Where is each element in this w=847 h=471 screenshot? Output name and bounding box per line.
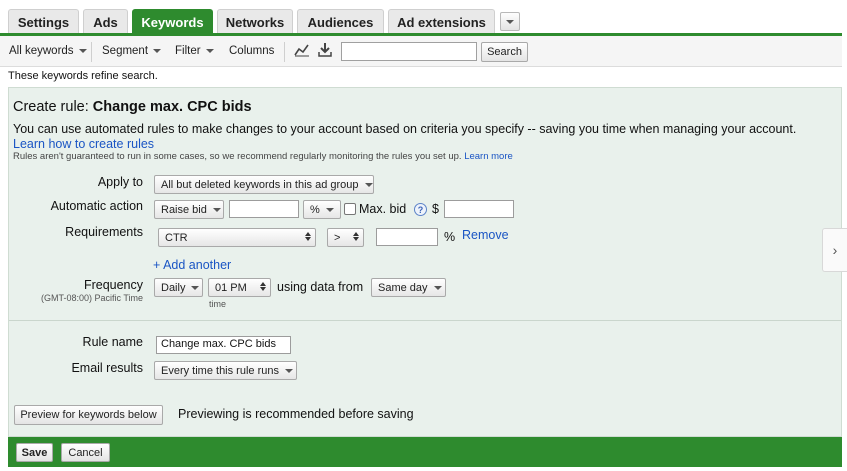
tab-audiences[interactable]: Audiences <box>297 9 384 34</box>
tab-networks[interactable]: Networks <box>217 9 293 34</box>
rule-note: Rules aren't guaranteed to run in some c… <box>13 151 513 162</box>
chevron-down-icon <box>433 285 442 290</box>
spinner-icon <box>305 232 311 241</box>
using-data-from-label: using data from <box>277 280 364 294</box>
more-tabs-dropdown[interactable] <box>500 12 520 31</box>
email-results-label: Email results <box>71 361 143 375</box>
preview-button[interactable]: Preview for keywords below <box>14 405 163 425</box>
learn-more-link[interactable]: Learn more <box>464 151 513 162</box>
learn-create-rules-link[interactable]: Learn how to create rules <box>13 137 154 151</box>
chevron-down-icon <box>191 285 200 290</box>
chevron-right-icon[interactable]: › <box>822 228 847 272</box>
apply-to-select[interactable]: All but deleted keywords in this ad grou… <box>154 175 374 194</box>
max-bid-checkbox[interactable] <box>344 203 356 215</box>
action-amount-input[interactable] <box>229 200 299 218</box>
filter-label: Filter <box>175 45 201 57</box>
tab-settings[interactable]: Settings <box>8 9 79 34</box>
filter-dropdown[interactable]: Filter <box>175 45 214 57</box>
automatic-action-label: Automatic action <box>50 199 143 213</box>
chevron-down-icon <box>506 19 514 24</box>
all-keywords-label: All keywords <box>9 45 74 57</box>
chevron-down-icon <box>205 49 214 53</box>
apply-to-label: Apply to <box>97 175 143 189</box>
tab-keywords[interactable]: Keywords <box>132 9 213 35</box>
rule-name-label: Rule name <box>82 335 143 349</box>
frequency-value: Daily <box>161 281 186 294</box>
download-icon[interactable] <box>318 42 332 57</box>
toolbar: All keywords Segment Filter Columns Sear… <box>0 36 842 67</box>
columns-label: Columns <box>229 45 275 57</box>
add-another-link[interactable]: + Add another <box>153 258 231 272</box>
action-footer <box>8 437 842 467</box>
frequency-label: Frequency <box>83 278 143 292</box>
rule-title: Change max. CPC bids <box>92 99 252 115</box>
page-title: Create rule: Change max. CPC bids <box>13 99 252 115</box>
time-value: 01 PM <box>215 281 247 294</box>
currency-symbol: $ <box>432 202 439 216</box>
requirement-unit: % <box>444 230 456 244</box>
chevron-down-icon <box>364 182 373 187</box>
title-prefix: Create rule: <box>13 99 89 115</box>
chevron-down-icon <box>78 49 87 53</box>
requirement-metric-value: CTR <box>165 231 188 244</box>
requirement-value-input[interactable] <box>376 228 438 246</box>
email-results-value: Every time this rule runs <box>161 364 279 377</box>
cancel-button[interactable]: Cancel <box>61 443 110 462</box>
timezone-label: (GMT-08:00) Pacific Time <box>40 293 143 303</box>
keywords-info-text: These keywords refine search. <box>8 70 158 82</box>
spinner-icon <box>353 232 359 241</box>
action-value: Raise bid <box>161 203 207 216</box>
chevron-down-icon <box>153 49 162 53</box>
chevron-down-icon <box>326 207 334 212</box>
segment-dropdown[interactable]: Segment <box>102 45 162 57</box>
requirement-operator-select[interactable]: > <box>327 228 364 247</box>
toolbar-divider <box>91 42 92 62</box>
help-icon[interactable]: ? <box>414 203 427 216</box>
action-unit-value: % <box>310 203 320 216</box>
all-keywords-dropdown[interactable]: All keywords <box>9 45 87 57</box>
action-select[interactable]: Raise bid <box>154 200 224 219</box>
line-chart-icon[interactable] <box>294 43 310 57</box>
chevron-down-icon <box>284 368 293 373</box>
frequency-select[interactable]: Daily <box>154 278 203 297</box>
spinner-icon <box>260 282 266 291</box>
chevron-down-icon <box>212 207 221 212</box>
email-results-select[interactable]: Every time this rule runs <box>154 361 297 380</box>
segment-label: Segment <box>102 45 149 57</box>
requirements-label: Requirements <box>65 225 143 239</box>
columns-button[interactable]: Columns <box>229 45 274 57</box>
save-button[interactable]: Save <box>16 443 53 462</box>
apply-to-value: All but deleted keywords in this ad grou… <box>161 178 359 191</box>
toolbar-divider <box>284 42 285 62</box>
requirement-operator-value: > <box>334 231 341 244</box>
rule-name-input[interactable]: Change max. CPC bids <box>156 336 291 354</box>
max-bid-input[interactable] <box>444 200 514 218</box>
note-text: Rules aren't guaranteed to run in some c… <box>13 151 462 162</box>
time-caption: time <box>209 299 227 309</box>
rule-description: You can use automated rules to make chan… <box>13 122 797 136</box>
time-select[interactable]: 01 PM <box>208 278 271 297</box>
tab-ads[interactable]: Ads <box>83 9 128 34</box>
preview-note: Previewing is recommended before saving <box>178 407 414 421</box>
tab-ad-extensions[interactable]: Ad extensions <box>388 9 495 34</box>
search-button[interactable]: Search <box>481 42 528 62</box>
search-input[interactable] <box>341 42 477 61</box>
remove-requirement-link[interactable]: Remove <box>462 228 509 242</box>
data-range-value: Same day <box>378 281 428 294</box>
section-divider <box>9 320 841 321</box>
data-range-select[interactable]: Same day <box>371 278 446 297</box>
requirement-metric-select[interactable]: CTR <box>158 228 316 247</box>
action-unit-select[interactable]: % <box>303 200 341 219</box>
max-bid-label: Max. bid <box>359 202 407 216</box>
